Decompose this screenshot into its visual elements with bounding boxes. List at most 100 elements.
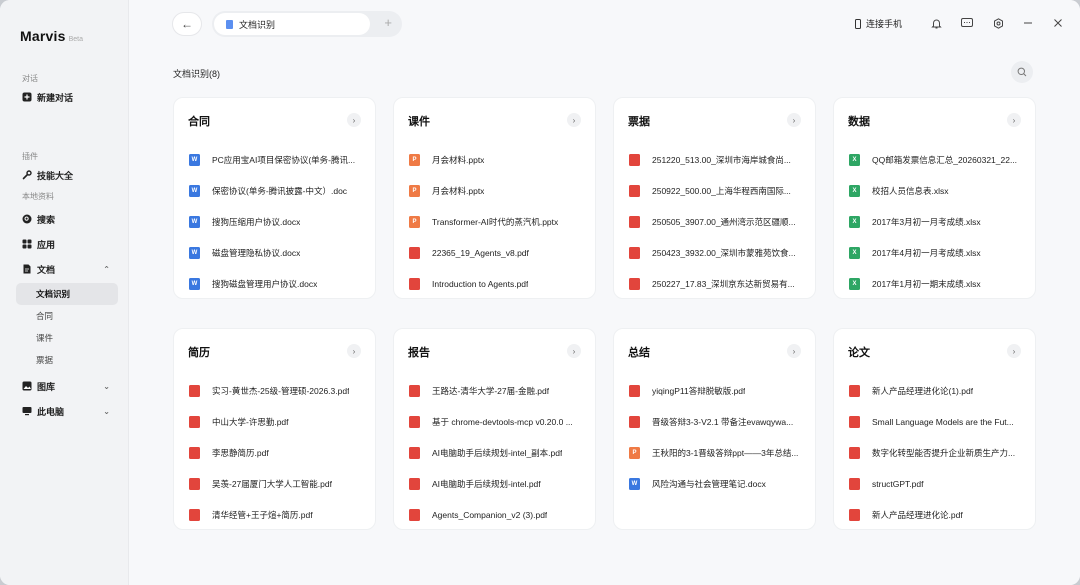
card-more-button[interactable]: › [1007,344,1021,358]
pdf-file-icon [409,508,420,521]
wrench-icon [22,170,32,180]
file-item[interactable]: Agents_Companion_v2 (3).pdf [409,499,583,530]
file-name: structGPT.pdf [872,478,924,489]
sidebar-item-apps[interactable]: 应用 [0,233,128,255]
file-name: 数字化转型能否提升企业新质生产力... [872,447,1016,458]
file-item[interactable]: X 2017年1月初一期末成绩.xlsx [849,268,1023,299]
file-item[interactable]: 实习-黄世杰-25级-管理硕-2026.3.pdf [189,375,363,406]
file-item[interactable]: 吴羡-27届厦门大学人工智能.pdf [189,468,363,499]
settings-icon[interactable] [991,16,1005,30]
chevron-right-icon: › [572,346,576,356]
back-button[interactable]: ← [172,12,202,36]
card-title: 总结 [628,347,650,359]
file-item[interactable]: 22365_19_Agents_v8.pdf [409,237,583,268]
file-name: 新人产品经理进化论.pdf [872,509,963,520]
sidebar-item-docs[interactable]: 文档 ⌃ [0,258,128,280]
file-name: 月会材料.pptx [432,185,485,196]
close-icon[interactable] [1051,16,1065,30]
card-more-button[interactable]: › [787,113,801,127]
search-icon [1017,67,1027,77]
bell-icon[interactable] [929,16,943,30]
pdf-file-icon [189,446,200,459]
file-item[interactable]: 250922_500.00_上海华程西南国际... [629,175,803,206]
card-more-button[interactable]: › [787,344,801,358]
file-item[interactable]: P 月会材料.pptx [409,175,583,206]
tab-ocr[interactable]: 文档识别 [214,13,370,35]
file-item[interactable]: Introduction to Agents.pdf [409,268,583,299]
file-list: 新人产品经理进化论(1).pdf Small Language Models ar… [849,375,1023,530]
ppt-file-icon: P [629,446,640,459]
file-item[interactable]: 清华经管+王子煊+简历.pdf [189,499,363,530]
search-button[interactable] [1011,61,1033,83]
message-icon[interactable] [960,16,974,30]
file-item[interactable]: 250505_3907.00_通州湾示范区疆顺... [629,206,803,237]
sidebar-subitem-courseware[interactable]: 课件 [16,327,118,349]
new-chat-button[interactable]: 新建对话 [0,86,128,108]
file-item[interactable]: 新人产品经理进化论(1).pdf [849,375,1023,406]
file-name: 250423_3932.00_深圳市蒙雅苑饮食... [652,247,796,258]
card-more-button[interactable]: › [347,344,361,358]
file-item[interactable]: X 2017年4月初一月考成绩.xlsx [849,237,1023,268]
file-item[interactable]: yiqingP11答辩脱敏版.pdf [629,375,803,406]
file-item[interactable]: AI电脑助手后续规划-intel.pdf [409,468,583,499]
card-more-button[interactable]: › [567,113,581,127]
section-local: 本地资料 [22,192,54,201]
minimize-icon[interactable] [1021,16,1035,30]
file-item[interactable]: P Transformer-AI时代的蒸汽机.pptx [409,206,583,237]
pdf-file-icon [189,508,200,521]
file-item[interactable]: 晋级答辩3-3-V2.1 带备注evawqywa... [629,406,803,437]
chevron-right-icon: › [352,346,356,356]
file-item[interactable]: X QQ邮箱发票信息汇总_20260321_22... [849,144,1023,175]
pdf-file-icon [629,277,640,290]
file-item[interactable]: 李思静简历.pdf [189,437,363,468]
chevron-right-icon: › [572,115,576,125]
brand-name: Marvis [20,28,66,44]
connect-phone-button[interactable]: 连接手机 [854,17,902,30]
file-item[interactable]: Small Language Models are the Fut... [849,406,1023,437]
sidebar-subitem-receipt[interactable]: 票据 [16,349,118,371]
add-tab-button[interactable]: + [384,15,392,30]
file-item[interactable]: P 月会材料.pptx [409,144,583,175]
sidebar-subitem-contract[interactable]: 合同 [16,305,118,327]
topbar: ← 文档识别 + 连接手机 [129,0,1080,48]
file-item[interactable]: W 风险沟通与社会管理笔记.docx [629,468,803,499]
card-more-button[interactable]: › [1007,113,1021,127]
file-item[interactable]: 250423_3932.00_深圳市蒙雅苑饮食... [629,237,803,268]
sidebar-subitem-ocr[interactable]: 文档识别 [16,283,118,305]
sidebar-item-gallery[interactable]: 图库 ⌄ [0,375,128,397]
file-name: 2017年3月初一月考成绩.xlsx [872,216,981,227]
file-name: 22365_19_Agents_v8.pdf [432,247,529,258]
file-item[interactable]: W 搜狗压缩用户协议.docx [189,206,363,237]
gallery-label: 图库 [37,381,56,392]
file-item[interactable]: W 磁盘管理隐私协议.docx [189,237,363,268]
file-item[interactable]: X 校招人员信息表.xlsx [849,175,1023,206]
search-circle-icon [22,214,32,224]
file-item[interactable]: 250227_17.83_深圳京东达新贸易有... [629,268,803,299]
file-item[interactable]: 王路达-清华大学-27届-金融.pdf [409,375,583,406]
file-item[interactable]: 251220_513.00_深圳市海岸城食尚... [629,144,803,175]
file-item[interactable]: W 保密协议(单务-腾讯披露-中文）.doc [189,175,363,206]
sidebar-item-computer[interactable]: 此电脑 ⌄ [0,400,128,422]
file-item[interactable]: 新人产品经理进化论.pdf [849,499,1023,530]
file-name: PC应用宝AI项目保密协议(单务-腾讯... [212,154,356,165]
sidebar-item-search[interactable]: 搜索 [0,208,128,230]
file-item[interactable]: 数字化转型能否提升企业新质生产力... [849,437,1023,468]
pdf-file-icon [409,246,420,259]
file-name: Transformer-AI时代的蒸汽机.pptx [432,216,559,227]
file-item[interactable]: structGPT.pdf [849,468,1023,499]
file-item[interactable]: AI电脑助手后续规划-intel_副本.pdf [409,437,583,468]
file-item[interactable]: X 2017年3月初一月考成绩.xlsx [849,206,1023,237]
card-more-button[interactable]: › [347,113,361,127]
file-item[interactable]: 中山大学-许思勤.pdf [189,406,363,437]
pdf-file-icon [849,446,860,459]
pdf-file-icon [629,384,640,397]
file-item[interactable]: W 搜狗磁盘管理用户协议.docx [189,268,363,299]
card-more-button[interactable]: › [567,344,581,358]
file-item[interactable]: 基于 chrome-devtools-mcp v0.20.0 ... [409,406,583,437]
apps-label: 应用 [37,239,56,250]
file-item[interactable]: P 王秋阳的3-1晋级答辩ppt——3年总结... [629,437,803,468]
word-file-icon: W [189,153,200,166]
skills-button[interactable]: 技能大全 [0,164,128,186]
file-item[interactable]: W PC应用宝AI项目保密协议(单务-腾讯... [189,144,363,175]
arrow-left-icon: ← [181,17,193,31]
